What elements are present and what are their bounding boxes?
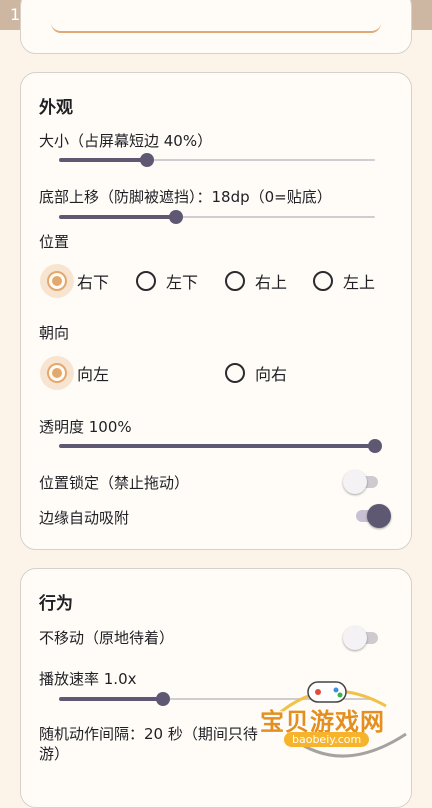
position-option-label: 右下 <box>77 273 110 292</box>
speed-slider-fill <box>59 697 164 701</box>
opacity-slider-thumb[interactable] <box>368 439 382 453</box>
radio-unchecked-icon <box>313 271 333 291</box>
position-option-top-left[interactable]: 左上 <box>313 269 375 293</box>
radio-checked-icon <box>47 363 67 383</box>
lock-switch-thumb <box>343 470 367 494</box>
interval-label-line1: 随机动作间隔：20 秒（期间只待 <box>39 725 258 743</box>
facing-option-right[interactable]: 向右 <box>225 361 287 385</box>
lock-switch[interactable] <box>343 469 381 494</box>
facing-option-left[interactable]: 向左 <box>47 361 109 385</box>
position-option-bottom-right[interactable]: 右下 <box>47 269 109 293</box>
facing-label: 朝向 <box>39 324 70 342</box>
facing-option-label: 向右 <box>255 365 288 384</box>
interval-label-line2: 游） <box>39 745 70 763</box>
radio-unchecked-icon <box>225 363 245 383</box>
speed-slider-thumb[interactable] <box>156 692 171 706</box>
snap-switch[interactable] <box>353 503 391 528</box>
facing-option-label: 向左 <box>77 365 110 384</box>
stay-switch-thumb <box>343 626 367 650</box>
opacity-slider-fill <box>59 444 375 448</box>
position-option-top-right[interactable]: 右上 <box>225 269 287 293</box>
lift-slider-thumb[interactable] <box>168 210 183 224</box>
watermark-logo: 宝贝游戏网 baobeiy.com <box>256 676 432 768</box>
appearance-card: 外观 大小（占屏幕短边 40%） 底部上移（防脚被遮挡）：18dp（0=贴底） … <box>20 72 412 550</box>
position-option-bottom-left[interactable]: 左下 <box>136 269 198 293</box>
opacity-label: 透明度 100% <box>39 418 132 436</box>
position-label: 位置 <box>39 233 70 251</box>
stay-label: 不移动（原地待着） <box>39 629 175 647</box>
lock-label: 位置锁定（禁止拖动） <box>39 474 190 492</box>
size-slider-thumb[interactable] <box>140 153 155 167</box>
stay-switch[interactable] <box>343 625 381 650</box>
size-label: 大小（占屏幕短边 40%） <box>39 132 213 150</box>
position-option-label: 左上 <box>343 273 376 292</box>
size-slider[interactable] <box>59 150 375 170</box>
lift-slider-fill <box>59 215 176 219</box>
position-option-label: 右上 <box>255 273 288 292</box>
speed-label: 播放速率 1.0x <box>39 670 137 688</box>
previous-card-bar <box>51 21 381 33</box>
snap-label: 边缘自动吸附 <box>39 509 130 527</box>
previous-card <box>20 0 412 54</box>
opacity-slider[interactable] <box>59 436 382 456</box>
behavior-title: 行为 <box>39 594 73 614</box>
lift-slider[interactable] <box>59 207 375 227</box>
radio-unchecked-icon <box>136 271 156 291</box>
watermark-subtext: baobeiy.com <box>284 732 370 747</box>
size-slider-fill <box>59 158 148 162</box>
lift-label: 底部上移（防脚被遮挡）：18dp（0=贴底） <box>39 188 332 206</box>
radio-checked-icon <box>47 271 67 291</box>
position-option-label: 左下 <box>166 273 199 292</box>
appearance-title: 外观 <box>39 98 73 118</box>
radio-unchecked-icon <box>225 271 245 291</box>
snap-switch-thumb <box>367 504 391 528</box>
